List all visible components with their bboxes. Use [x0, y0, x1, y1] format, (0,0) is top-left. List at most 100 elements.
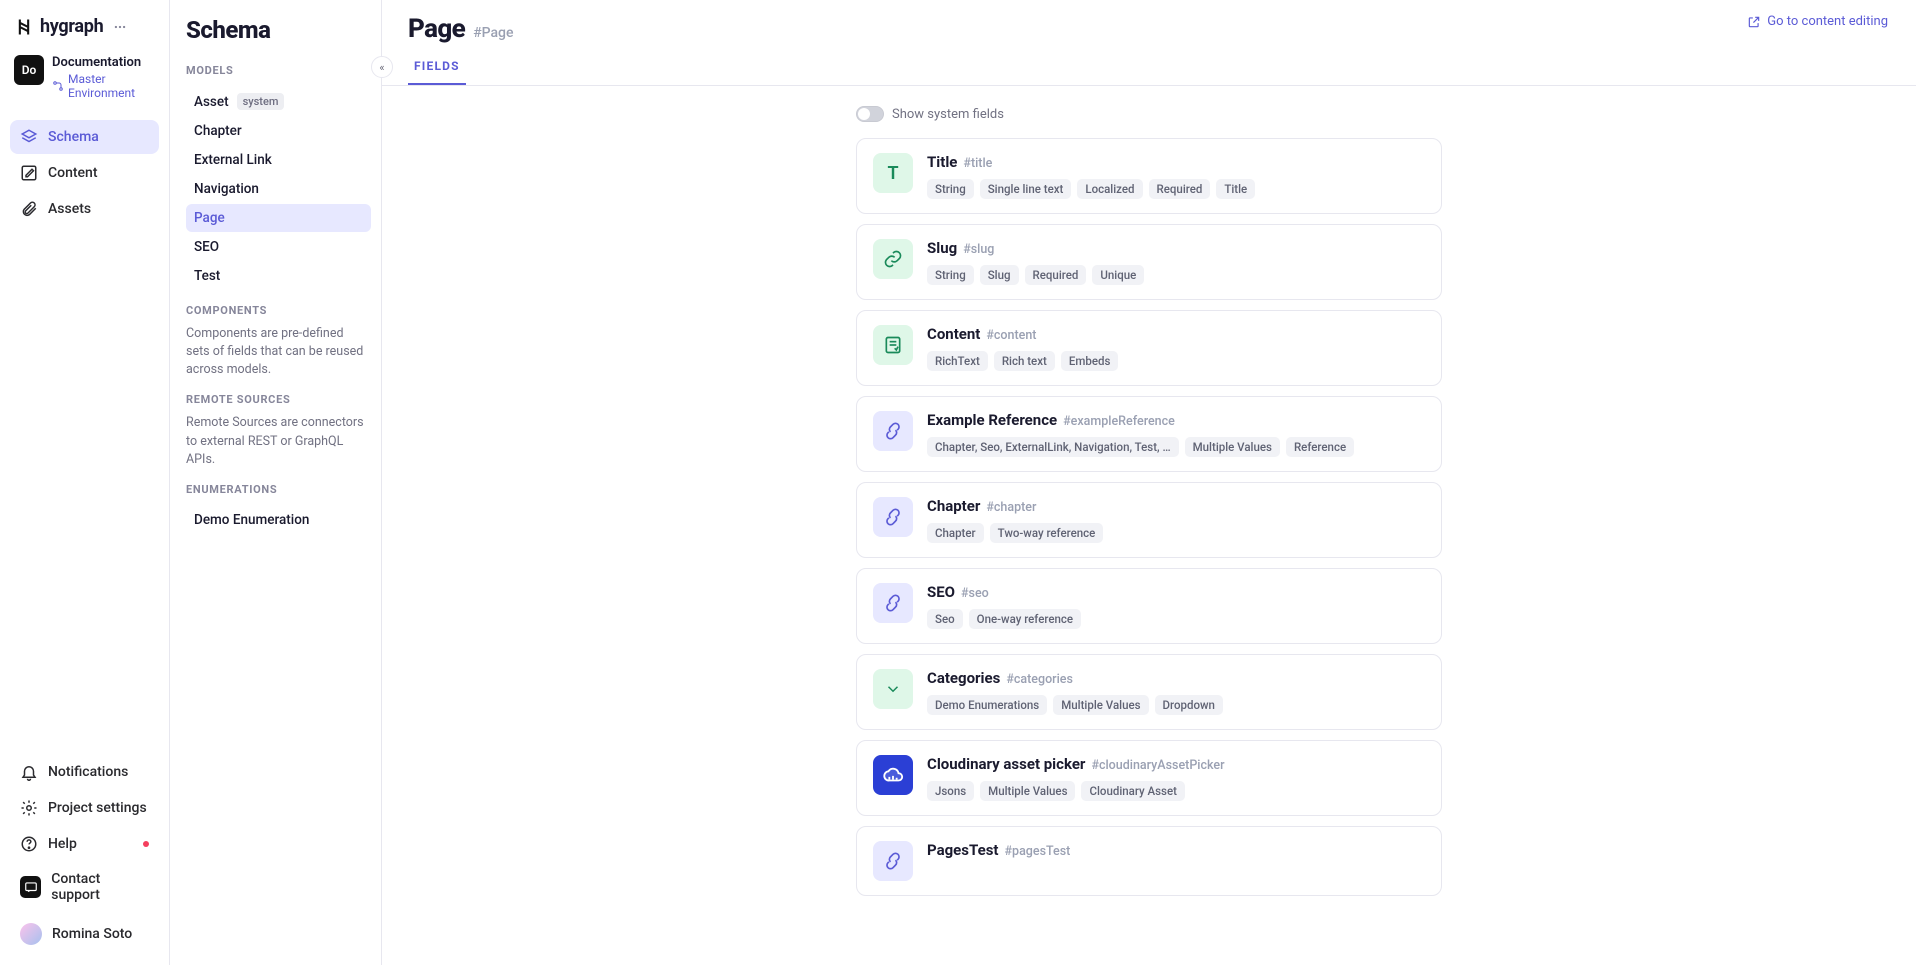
tab-fields[interactable]: FIELDS — [408, 59, 466, 85]
field-tag: Title — [1216, 179, 1255, 199]
field-tag-row: RichTextRich textEmbeds — [927, 351, 1425, 371]
model-item[interactable]: Chapter — [186, 117, 371, 145]
sidebar-item-label: Project settings — [48, 800, 147, 816]
workspace-avatar: Do — [14, 55, 44, 85]
logo[interactable]: hygraph — [10, 16, 159, 55]
field-tag: Jsons — [927, 781, 974, 801]
field-api-id: #categories — [1006, 672, 1073, 687]
help-circle-icon — [20, 835, 38, 853]
model-item[interactable]: Navigation — [186, 175, 371, 203]
main-content: Page #Page Go to content editing FIELDS … — [382, 0, 1916, 965]
workspace-selector[interactable]: Do Documentation Master Environment — [10, 55, 159, 120]
field-card[interactable]: SEO #seo Seo One-way reference — [856, 568, 1442, 644]
workspace-name: Documentation — [52, 55, 155, 70]
field-tag: One-way reference — [969, 609, 1081, 629]
field-tag: Chapter — [927, 523, 984, 543]
field-tag: Dropdown — [1155, 695, 1223, 715]
model-item[interactable]: Asset system — [186, 87, 371, 116]
user-profile[interactable]: Romina Soto — [10, 915, 159, 953]
field-api-id: #seo — [961, 586, 989, 601]
paperclip-icon — [20, 200, 38, 218]
collapse-panel-button[interactable]: « — [371, 56, 393, 78]
field-type-icon — [873, 841, 913, 881]
sidebar-item-assets[interactable]: Assets — [10, 192, 159, 226]
enum-name: Demo Enumeration — [194, 512, 309, 528]
field-card[interactable]: Slug #slug StringSlugRequiredUnique — [856, 224, 1442, 300]
section-label-models: Models — [186, 64, 371, 77]
model-item[interactable]: Test — [186, 262, 371, 290]
notification-dot — [143, 841, 149, 847]
field-api-id: #cloudinaryAssetPicker — [1091, 758, 1224, 773]
field-card[interactable]: Content#contentRichTextRich textEmbeds — [856, 310, 1442, 386]
section-label-enums: Enumerations — [186, 483, 371, 496]
model-name: Asset — [194, 94, 229, 110]
field-tag: Multiple Values — [980, 781, 1075, 801]
page-title: Page — [408, 14, 465, 44]
field-card[interactable]: Example Reference#exampleReferenceChapte… — [856, 396, 1442, 472]
field-tag-row: JsonsMultiple ValuesCloudinary Asset — [927, 781, 1425, 801]
field-tag-row: StringSingle line textLocalizedRequiredT… — [927, 179, 1425, 199]
more-icon[interactable] — [113, 20, 127, 34]
user-avatar — [20, 923, 42, 945]
tabs-row: FIELDS — [382, 44, 1916, 86]
field-type-icon — [873, 411, 913, 451]
section-desc-components: Components are pre-defined sets of field… — [186, 325, 371, 379]
field-tag: Reference — [1286, 437, 1354, 457]
field-name: Slug — [927, 239, 957, 257]
model-item[interactable]: Page — [186, 204, 371, 232]
model-item[interactable]: External Link — [186, 146, 371, 174]
sidebar-item-label: Notifications — [48, 764, 128, 780]
sidebar-item-label: Help — [48, 836, 77, 852]
sidebar-item-label: Content — [48, 165, 98, 181]
chevron-left-icon: « — [379, 61, 384, 74]
sidebar-item-project-settings[interactable]: Project settings — [10, 791, 159, 825]
field-tag: Embeds — [1061, 351, 1119, 371]
field-type-icon — [873, 325, 913, 365]
field-name: SEO — [927, 583, 955, 601]
field-api-id: #title — [963, 156, 992, 171]
model-name: Navigation — [194, 181, 259, 197]
sidebar-item-help[interactable]: Help — [10, 827, 159, 861]
sidebar-item-contact-support[interactable]: Contact support — [10, 863, 159, 911]
field-card[interactable]: Cloudinary asset picker#cloudinaryAssetP… — [856, 740, 1442, 816]
system-tag: system — [237, 93, 285, 110]
field-tag-row: Demo EnumerationsMultiple ValuesDropdown — [927, 695, 1425, 715]
field-tag: Seo — [927, 609, 963, 629]
edit-icon — [20, 164, 38, 182]
brand-name: hygraph — [40, 16, 103, 37]
schema-panel-title: Schema — [186, 16, 371, 44]
field-name: Chapter — [927, 497, 980, 515]
model-item[interactable]: SEO — [186, 233, 371, 261]
model-name: Test — [194, 268, 220, 284]
show-system-fields-toggle[interactable] — [856, 106, 884, 122]
field-card[interactable]: Categories#categoriesDemo EnumerationsMu… — [856, 654, 1442, 730]
field-tag-row: StringSlugRequiredUnique — [927, 265, 1425, 285]
field-tag-row: ChapterTwo-way reference — [927, 523, 1425, 543]
field-card[interactable]: PagesTest #pagesTest — [856, 826, 1442, 896]
field-tag: Demo Enumerations — [927, 695, 1047, 715]
bell-icon — [20, 763, 38, 781]
enum-item[interactable]: Demo Enumeration — [186, 506, 371, 534]
model-name: SEO — [194, 239, 219, 255]
sidebar-item-notifications[interactable]: Notifications — [10, 755, 159, 789]
field-card[interactable]: TTitle#titleStringSingle line textLocali… — [856, 138, 1442, 214]
field-tag: Unique — [1092, 265, 1144, 285]
nav-bottom: Notifications Project settings Help Contact… — [10, 755, 159, 911]
field-name: PagesTest — [927, 841, 999, 859]
field-tag: Required — [1149, 179, 1211, 199]
field-tag-row: Chapter, Seo, ExternalLink, Navigation, … — [927, 437, 1425, 457]
field-tag-row: Seo One-way reference — [927, 609, 1425, 629]
field-type-icon — [873, 669, 913, 709]
field-api-id: #pagesTest — [1005, 844, 1071, 859]
content-editing-link[interactable]: Go to content editing — [1747, 14, 1888, 29]
models-list: Asset system ChapterExternal Link Navigatio… — [186, 87, 371, 290]
field-api-id: #exampleReference — [1063, 414, 1175, 429]
field-card[interactable]: Chapter#chapterChapterTwo-way reference — [856, 482, 1442, 558]
sidebar-item-content[interactable]: Content — [10, 156, 159, 190]
model-name: Page — [194, 210, 225, 226]
section-desc-remote: Remote Sources are connectors to externa… — [186, 414, 371, 468]
field-type-icon — [873, 583, 913, 623]
sidebar-item-schema[interactable]: Schema — [10, 120, 159, 154]
field-api-id: #slug — [963, 242, 994, 257]
content-editing-link-label: Go to content editing — [1767, 14, 1888, 29]
